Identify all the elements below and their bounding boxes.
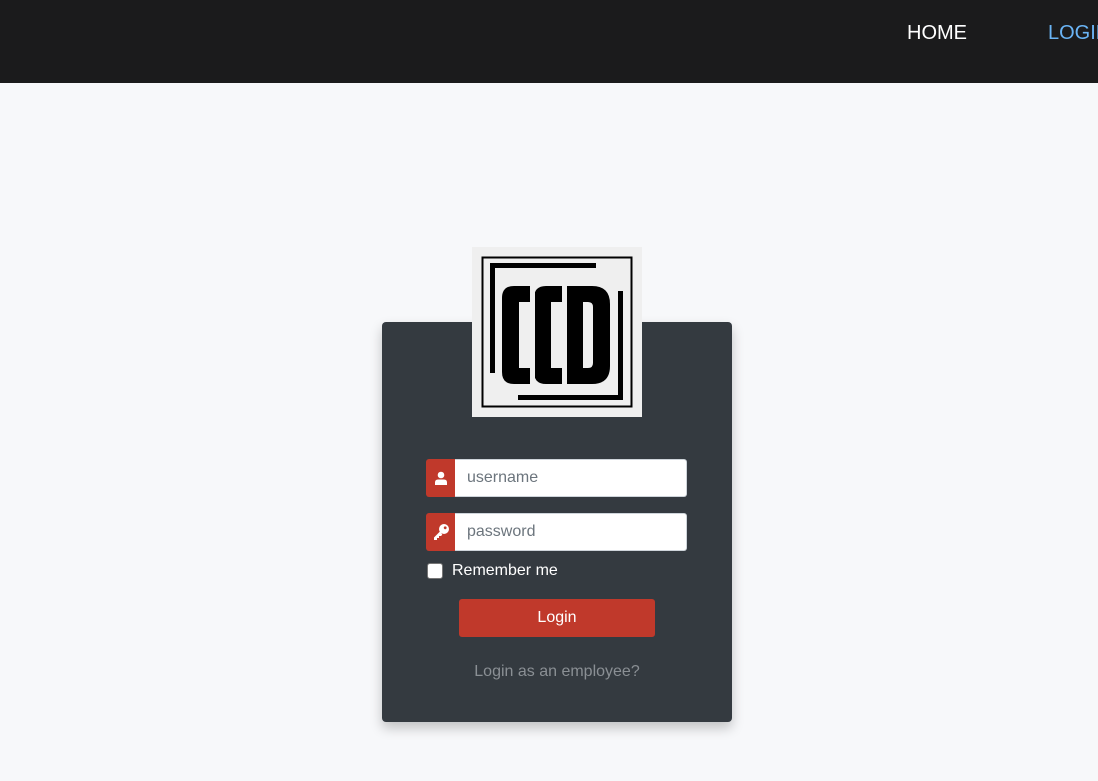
- logo-letters: [502, 286, 610, 384]
- remember-me-label[interactable]: Remember me: [452, 562, 558, 580]
- key-icon: [426, 513, 455, 551]
- nav-home-link[interactable]: HOME: [907, 22, 967, 44]
- username-group: [426, 459, 687, 497]
- remember-me: Remember me: [427, 561, 558, 581]
- company-logo: [472, 247, 642, 417]
- employee-login-link[interactable]: Login as an employee?: [382, 663, 732, 681]
- user-icon: [426, 459, 455, 497]
- username-input[interactable]: [455, 459, 687, 497]
- password-group: [426, 513, 687, 551]
- remember-me-checkbox[interactable]: [427, 563, 443, 579]
- password-input[interactable]: [455, 513, 687, 551]
- ccd-logo-icon: [481, 256, 633, 408]
- login-button[interactable]: Login: [459, 599, 655, 637]
- top-navbar: HOME LOGIN: [0, 0, 1098, 83]
- nav-login-link[interactable]: LOGIN: [1048, 22, 1098, 44]
